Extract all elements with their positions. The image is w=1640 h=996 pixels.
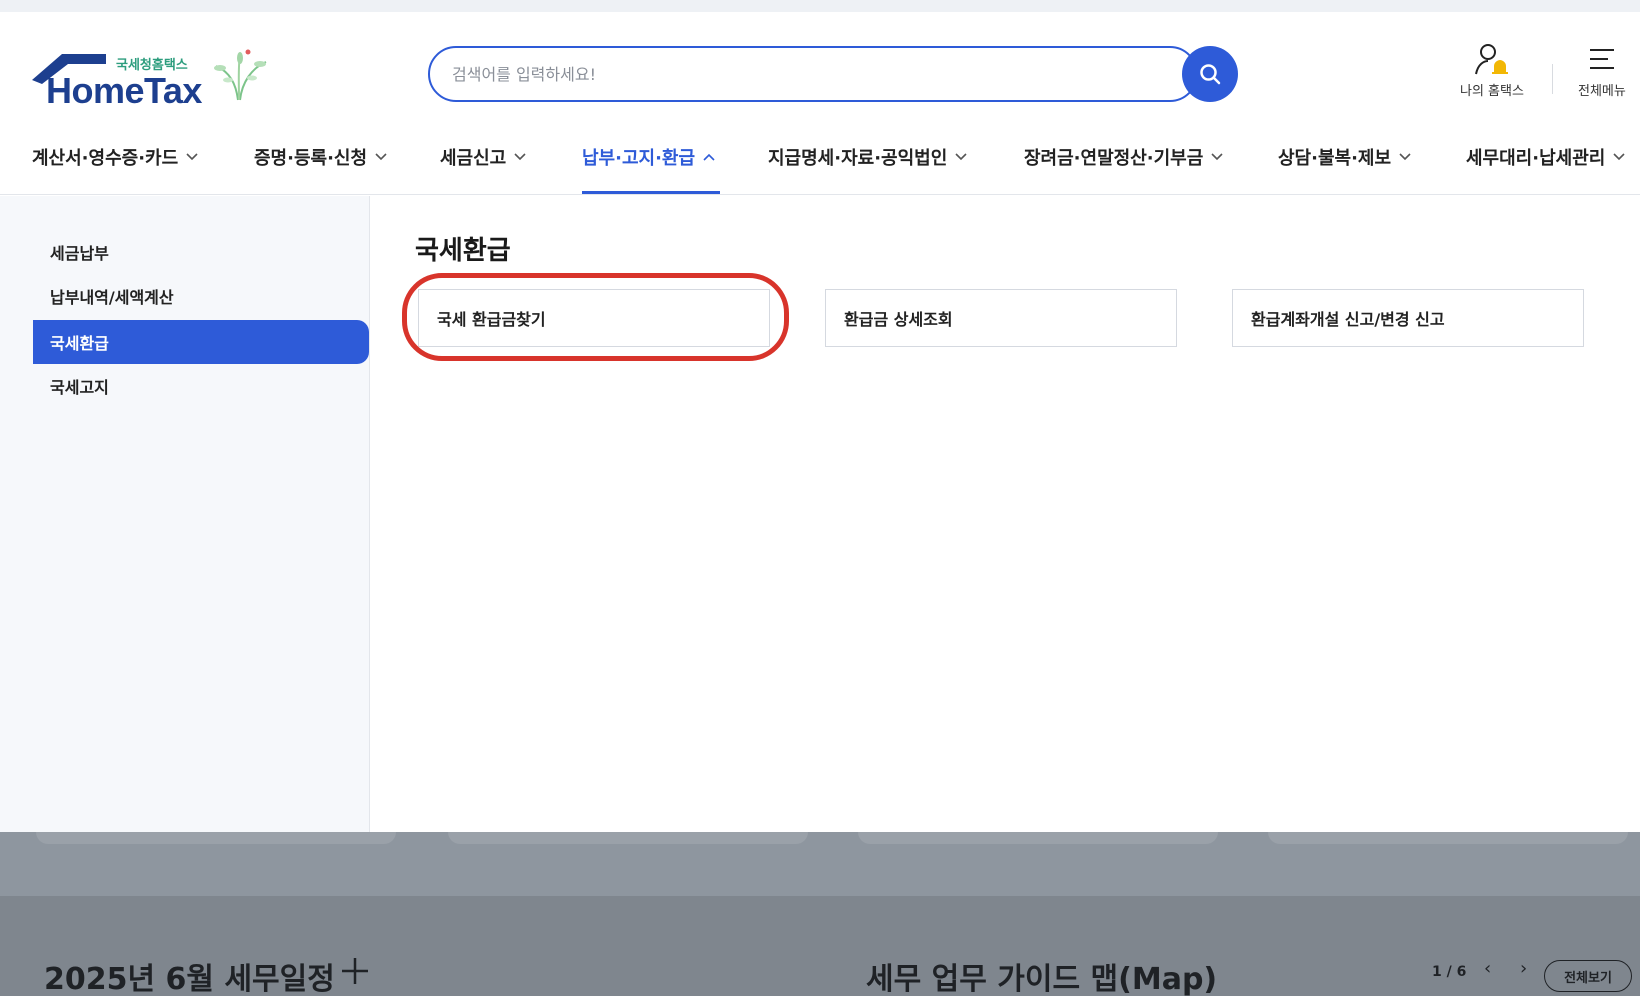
hamburger-menu-icon (1589, 49, 1614, 69)
section-title: 국세환급 (415, 236, 511, 266)
gnb-item-incentive-settlement[interactable]: 장려금·연말정산·기부금 (1024, 144, 1223, 170)
gnb-item-consult-appeal[interactable]: 상담·불복·제보 (1278, 144, 1411, 170)
refund-account-link[interactable]: 환급계좌개설 신고/변경 신고 (1232, 289, 1584, 347)
chevron-down-icon (1613, 153, 1625, 161)
gnb-item-label: 납부·고지·환급 (582, 148, 696, 169)
sidebar-item-tax-notice[interactable]: 국세고지 (33, 364, 369, 408)
submenu-sidebar: 세금납부 납부내역/세액계산 국세환급 국세고지 (0, 196, 370, 832)
hometax-logo[interactable]: 국세청홈택스 HomeTax (32, 46, 272, 116)
gnb-item-tax-filing[interactable]: 세금신고 (440, 144, 526, 170)
search-input[interactable] (452, 60, 1142, 88)
dimmed-page-background: 2025년 6월 세무일정 세무 업무 가이드 맵(Map) 1 / 6 ‹ ›… (0, 832, 1640, 996)
search-box[interactable] (428, 46, 1198, 102)
gnb-item-certificate[interactable]: 증명·등록·신청 (254, 144, 387, 170)
sidebar-item-tax-payment[interactable]: 세금납부 (33, 230, 369, 274)
background-card (36, 832, 396, 844)
logo-title: HomeTax (46, 70, 202, 111)
gnb-item-label: 계산서·영수증·카드 (32, 148, 179, 169)
search-icon (1200, 64, 1221, 85)
chevron-right-icon[interactable]: › (1520, 958, 1527, 979)
submenu-content: 국세환급 국세 환급금찾기 환급금 상세조회 환급계좌개설 신고/변경 신고 (371, 196, 1640, 832)
chevron-down-icon (514, 153, 526, 161)
pager-indicator: 1 / 6 (1432, 964, 1467, 980)
gnb-item-invoice-receipt-card[interactable]: 계산서·영수증·카드 (32, 144, 198, 170)
gnb-item-label: 상담·불복·제보 (1278, 148, 1392, 169)
sidebar-item-national-tax-refund[interactable]: 국세환급 (33, 320, 369, 364)
chevron-left-icon[interactable]: ‹ (1484, 958, 1491, 979)
utility-divider (1552, 64, 1553, 94)
sidebar-item-payment-history[interactable]: 납부내역/세액계산 (33, 274, 369, 318)
background-card (1268, 832, 1628, 844)
guide-map-title: 세무 업무 가이드 맵(Map) (866, 962, 1218, 996)
gnb-item-label: 세무대리·납세관리 (1466, 148, 1606, 169)
site-header: 국세청홈택스 HomeTax 나의 홈택스 (0, 12, 1640, 195)
gnb-item-statement-data[interactable]: 지급명세·자료·공익법인 (768, 144, 967, 170)
all-menu-button[interactable]: 전체메뉴 (1578, 42, 1626, 99)
gnb-item-label: 지급명세·자료·공익법인 (768, 148, 948, 169)
user-bell-icon (1474, 44, 1508, 75)
chevron-down-icon (1399, 153, 1411, 161)
top-utility-strip (0, 0, 1640, 12)
schedule-title: 2025년 6월 세무일정 (44, 954, 335, 996)
gnb-item-label: 장려금·연말정산·기부금 (1024, 148, 1204, 169)
refund-search-link[interactable]: 국세 환급금찾기 (418, 289, 770, 347)
gnb-active-indicator (582, 191, 720, 194)
my-hometax-button[interactable]: 나의 홈택스 (1460, 42, 1524, 99)
refund-detail-link[interactable]: 환급금 상세조회 (825, 289, 1177, 347)
gnb-item-label: 증명·등록·신청 (254, 148, 368, 169)
my-hometax-label: 나의 홈택스 (1460, 84, 1524, 99)
search-button[interactable] (1182, 46, 1238, 102)
chevron-down-icon (375, 153, 387, 161)
background-card (448, 832, 808, 844)
background-card (858, 832, 1218, 844)
plus-icon[interactable] (340, 956, 370, 986)
chevron-up-icon (703, 153, 715, 161)
plant-decoration-icon (214, 49, 267, 101)
schedule-title-text: 2025년 6월 세무일정 (44, 962, 335, 996)
view-all-button[interactable]: 전체보기 (1544, 960, 1632, 992)
global-navigation: 계산서·영수증·카드 증명·등록·신청 세금신고 납부·고지·환급 지급명세·자… (0, 134, 1640, 196)
all-menu-label: 전체메뉴 (1578, 84, 1626, 99)
chevron-down-icon (955, 153, 967, 161)
chevron-down-icon (1211, 153, 1223, 161)
gnb-item-payment-refund[interactable]: 납부·고지·환급 (582, 144, 715, 170)
chevron-down-icon (186, 153, 198, 161)
gnb-item-tax-agent[interactable]: 세무대리·납세관리 (1466, 144, 1625, 170)
gnb-item-label: 세금신고 (440, 148, 507, 169)
